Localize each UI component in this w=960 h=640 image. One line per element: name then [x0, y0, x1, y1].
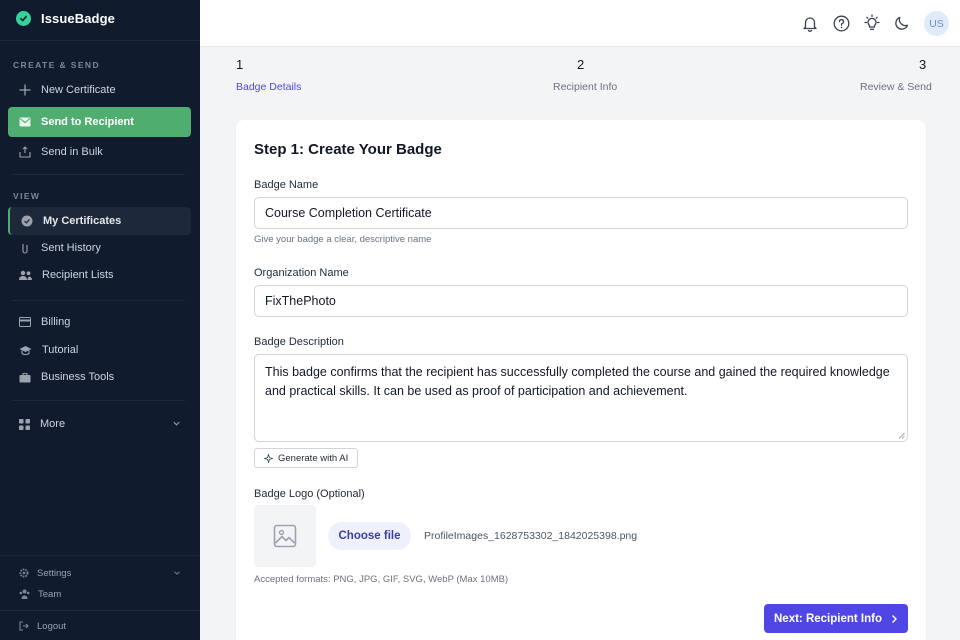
- sidebar-item-settings[interactable]: Settings: [8, 563, 191, 583]
- help-icon[interactable]: [831, 13, 851, 33]
- team-icon: [19, 589, 30, 599]
- sidebar-item-label: My Certificates: [43, 215, 122, 227]
- chevron-down-icon: [173, 421, 180, 426]
- badge-name-input[interactable]: Course Completion Certificate: [254, 197, 908, 229]
- next-button-label: Next: Recipient Info: [774, 612, 882, 625]
- section-heading-view: VIEW: [13, 191, 41, 201]
- chevron-right-icon: [891, 614, 897, 623]
- organization-name-input[interactable]: FixThePhoto: [254, 285, 908, 317]
- sidebar-item-team[interactable]: Team: [8, 584, 191, 604]
- sidebar-item-sent-history[interactable]: Sent History: [8, 234, 191, 262]
- badge-name-hint: Give your badge a clear, descriptive nam…: [254, 234, 432, 245]
- step-1-number: 1: [236, 57, 244, 72]
- sidebar-item-label: Logout: [37, 620, 67, 632]
- sidebar-item-billing[interactable]: Billing: [8, 308, 191, 336]
- sidebar-item-label: Business Tools: [41, 371, 115, 383]
- top-bar: US: [200, 0, 960, 47]
- moon-icon[interactable]: [892, 13, 912, 33]
- sidebar-item-my-certificates[interactable]: My Certificates: [8, 207, 191, 235]
- sidebar-item-business-tools[interactable]: Business Tools: [8, 363, 191, 391]
- next-recipient-info-button[interactable]: Next: Recipient Info: [764, 604, 908, 633]
- sidebar-item-label: Send to Recipient: [41, 116, 134, 128]
- user-avatar[interactable]: US: [924, 11, 949, 36]
- grid-icon: [19, 418, 30, 430]
- divider: [12, 400, 185, 401]
- image-placeholder-icon: [273, 524, 297, 548]
- paper-clip-icon: [22, 244, 28, 254]
- divider: [0, 610, 200, 611]
- check-badge-icon: [21, 215, 33, 227]
- sidebar-item-tutorial[interactable]: Tutorial: [8, 336, 191, 364]
- sidebar-item-label: Sent History: [41, 242, 101, 254]
- inbox-upload-icon: [19, 146, 31, 158]
- divider: [0, 555, 200, 556]
- sidebar-item-label: Settings: [37, 567, 72, 579]
- badge-description-text: This badge confirms that the recipient h…: [265, 365, 890, 398]
- logout-button[interactable]: Logout: [8, 616, 191, 636]
- bell-icon[interactable]: [800, 13, 820, 33]
- step-2-label[interactable]: Recipient Info: [553, 81, 617, 93]
- sidebar: IssueBadge CREATE & SEND New Certificate…: [0, 0, 200, 640]
- sidebar-item-send-to-recipient[interactable]: Send to Recipient: [8, 107, 191, 137]
- credit-card-icon: [19, 317, 31, 327]
- badge-description-textarea[interactable]: This badge confirms that the recipient h…: [254, 354, 908, 442]
- lightbulb-icon[interactable]: [862, 13, 882, 33]
- app-name: IssueBadge: [41, 11, 115, 26]
- sidebar-item-label: Billing: [41, 316, 71, 328]
- choose-file-button[interactable]: Choose file: [328, 522, 411, 550]
- sidebar-item-new-certificate[interactable]: New Certificate: [8, 76, 191, 104]
- sparkle-icon: [264, 453, 273, 463]
- resize-handle-icon[interactable]: [898, 432, 905, 439]
- users-icon: [19, 270, 32, 280]
- logout-icon: [19, 621, 29, 631]
- plus-icon: [19, 84, 31, 96]
- sidebar-item-label: Tutorial: [42, 344, 79, 356]
- briefcase-icon: [19, 372, 31, 382]
- sidebar-item-label: Team: [38, 588, 62, 600]
- check-circle-logo-icon: [16, 11, 31, 26]
- page-title: Step 1: Create Your Badge: [254, 141, 442, 158]
- step-3-number: 3: [919, 57, 927, 72]
- step-2-number: 2: [577, 57, 585, 72]
- organization-name-label: Organization Name: [254, 267, 349, 279]
- section-heading-create: CREATE & SEND: [13, 60, 100, 70]
- step-1-label[interactable]: Badge Details: [236, 81, 301, 93]
- sidebar-item-send-in-bulk[interactable]: Send in Bulk: [8, 138, 191, 166]
- chevron-down-icon: [174, 571, 180, 575]
- divider: [0, 40, 200, 41]
- divider: [12, 300, 185, 301]
- sidebar-item-label: Send in Bulk: [41, 146, 103, 158]
- logo-preview: [254, 505, 316, 567]
- sidebar-item-recipient-lists[interactable]: Recipient Lists: [8, 261, 191, 289]
- badge-logo-label: Badge Logo (Optional): [254, 488, 365, 500]
- gear-icon: [19, 568, 29, 578]
- sidebar-item-label: Recipient Lists: [42, 269, 114, 281]
- sidebar-item-more[interactable]: More: [8, 410, 191, 438]
- brand[interactable]: IssueBadge: [16, 11, 115, 26]
- generate-with-ai-button[interactable]: Generate with AI: [254, 448, 359, 468]
- step-3-label[interactable]: Review & Send: [860, 81, 932, 93]
- envelope-icon: [19, 117, 31, 127]
- badge-form-card: Step 1: Create Your Badge Badge Name Cou…: [236, 120, 926, 640]
- accepted-formats-hint: Accepted formats: PNG, JPG, GIF, SVG, We…: [254, 574, 509, 585]
- selected-file-name: ProfileImages_1628753302_1842025398.png: [424, 530, 638, 542]
- graduation-cap-icon: [19, 345, 32, 355]
- sidebar-item-label: More: [40, 418, 66, 430]
- badge-name-label: Badge Name: [254, 179, 319, 191]
- badge-description-label: Badge Description: [254, 336, 344, 348]
- divider: [12, 174, 185, 175]
- generate-with-ai-label: Generate with AI: [278, 452, 349, 464]
- sidebar-item-label: New Certificate: [41, 84, 116, 96]
